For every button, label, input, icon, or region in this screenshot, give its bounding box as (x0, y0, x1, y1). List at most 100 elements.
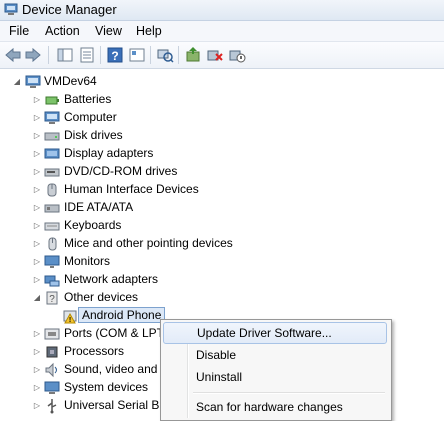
tree-item-ide-ata-ata[interactable]: ▷ IDE ATA/ATA (0, 199, 444, 217)
tree-root-label: VMDev64 (44, 74, 97, 88)
toolbar-separator (178, 46, 179, 64)
tree-item-label: Network adapters (64, 272, 159, 286)
tree-item-label: Ports (COM & LPT (64, 326, 165, 340)
tree-item-label: IDE ATA/ATA (64, 200, 134, 214)
view-icon[interactable] (78, 46, 96, 64)
tree-item-label: Computer (64, 110, 117, 124)
update-driver-icon[interactable] (184, 46, 202, 64)
tree-item-label: System devices (64, 380, 149, 394)
context-menu: Update Driver Software... Disable Uninst… (160, 319, 392, 421)
tree-item-mice-and-other-pointing-devices[interactable]: ▷ Mice and other pointing devices (0, 235, 444, 253)
window-title: Device Manager (22, 2, 117, 17)
expand-arrow-icon[interactable]: ▷ (32, 202, 42, 214)
expand-arrow-icon[interactable]: ▷ (32, 256, 42, 268)
context-menu-label: Update Driver Software... (197, 326, 332, 340)
tree-item-label: Keyboards (64, 218, 122, 232)
tree-item-label: Android Phone (78, 307, 166, 323)
hid-icon (47, 183, 57, 197)
uninstall-item[interactable]: Uninstall (163, 367, 387, 387)
context-menu-label: Scan for hardware changes (196, 400, 343, 414)
tree-item-disk-drives[interactable]: ▷ Disk drives (0, 127, 444, 145)
menu-view[interactable]: View (95, 24, 122, 38)
ports-icon (44, 328, 60, 340)
tree-item-label: Other devices (64, 290, 139, 304)
tree-item-monitors[interactable]: ▷ Monitors (0, 253, 444, 271)
expand-arrow-icon[interactable]: ▷ (32, 220, 42, 232)
tree-item-label: Display adapters (64, 146, 154, 160)
disk-icon (44, 132, 60, 141)
forward-icon[interactable] (24, 46, 42, 64)
tree-item-label: Human Interface Devices (64, 182, 199, 196)
sound-icon (45, 362, 57, 378)
expand-arrow-icon[interactable]: ▷ (32, 274, 42, 286)
tree-item-computer[interactable]: ▷ Computer (0, 109, 444, 127)
toolbar-separator (48, 46, 49, 64)
dvd-icon (44, 168, 60, 177)
scan-hardware-icon[interactable] (156, 46, 174, 64)
tree-item-label: DVD/CD-ROM drives (64, 164, 178, 178)
expand-arrow-icon[interactable]: ▷ (32, 112, 42, 124)
disable-item[interactable]: Disable (163, 345, 387, 365)
scan-hardware-item[interactable]: Scan for hardware changes (163, 397, 387, 417)
toolbar-separator (150, 46, 151, 64)
svg-text:?: ? (111, 49, 118, 63)
tree-item-dvd-cd-rom-drives[interactable]: ▷ DVD/CD-ROM drives (0, 163, 444, 181)
tree-item-label: Mice and other pointing devices (64, 236, 233, 250)
collapse-arrow-icon[interactable]: ◢ (12, 76, 22, 88)
expand-arrow-icon[interactable]: ▷ (32, 364, 42, 376)
tree-root[interactable]: ◢ VMDev64 (0, 73, 444, 91)
svg-text:?: ? (49, 294, 55, 305)
tree-item-label: Disk drives (64, 128, 123, 142)
expand-arrow-icon[interactable]: ▷ (32, 148, 42, 160)
tree-item-display-adapters[interactable]: ▷ Display adapters (0, 145, 444, 163)
collapse-arrow-icon[interactable]: ◢ (32, 292, 42, 304)
tree-item-label: Universal Serial Bu (64, 398, 167, 412)
expand-arrow-icon[interactable]: ▷ (32, 94, 42, 106)
computer-icon (44, 111, 60, 124)
expand-arrow-icon[interactable]: ▷ (32, 238, 42, 250)
network-icon (44, 275, 60, 287)
tree-item-label: Monitors (64, 254, 111, 268)
disable-icon[interactable] (228, 46, 246, 64)
expand-arrow-icon[interactable]: ▷ (32, 400, 42, 412)
expand-arrow-icon[interactable]: ▷ (32, 184, 42, 196)
battery-icon (45, 96, 59, 105)
other-devices-icon: ? (46, 291, 58, 305)
menu-help[interactable]: Help (136, 24, 162, 38)
menu-file[interactable]: File (9, 24, 29, 38)
tree-item-keyboards[interactable]: ▷ Keyboards (0, 217, 444, 235)
computer-icon (25, 75, 41, 88)
toolbar-separator (100, 46, 101, 64)
expand-arrow-icon[interactable]: ▷ (32, 328, 42, 340)
context-menu-separator (193, 392, 385, 394)
usb-icon (47, 399, 57, 414)
back-icon[interactable] (4, 46, 22, 64)
svg-text:!: ! (69, 317, 71, 324)
resources-icon[interactable] (128, 46, 146, 64)
expand-arrow-icon[interactable]: ▷ (32, 346, 42, 358)
tree-item-batteries[interactable]: ▷ Batteries (0, 91, 444, 109)
properties-panel-icon[interactable] (56, 46, 74, 64)
device-manager-icon (4, 3, 18, 15)
update-driver-software-item[interactable]: Update Driver Software... (163, 322, 387, 344)
help-icon[interactable]: ? (106, 46, 124, 64)
expand-arrow-icon[interactable]: ▷ (32, 382, 42, 394)
context-menu-label: Disable (196, 348, 237, 362)
ide-icon (44, 204, 60, 213)
display-adapter-icon (44, 148, 60, 159)
uninstall-icon[interactable] (206, 46, 224, 64)
warning-device-icon: ! (63, 310, 77, 324)
toolbar: ? (0, 42, 444, 69)
monitor-icon (44, 255, 60, 268)
tree-item-label: Batteries (64, 92, 112, 106)
expand-arrow-icon[interactable]: ▷ (32, 130, 42, 142)
mouse-icon (48, 237, 57, 251)
tree-item-label: Processors (64, 344, 125, 358)
tree-item-other-devices[interactable]: ◢? Other devices (0, 289, 444, 307)
menu-bar: File Action View Help (0, 21, 444, 42)
menu-action[interactable]: Action (45, 24, 80, 38)
tree-item-network-adapters[interactable]: ▷ Network adapters (0, 271, 444, 289)
tree-item-human-interface-devices[interactable]: ▷ Human Interface Devices (0, 181, 444, 199)
title-bar: Device Manager (0, 0, 444, 21)
expand-arrow-icon[interactable]: ▷ (32, 166, 42, 178)
